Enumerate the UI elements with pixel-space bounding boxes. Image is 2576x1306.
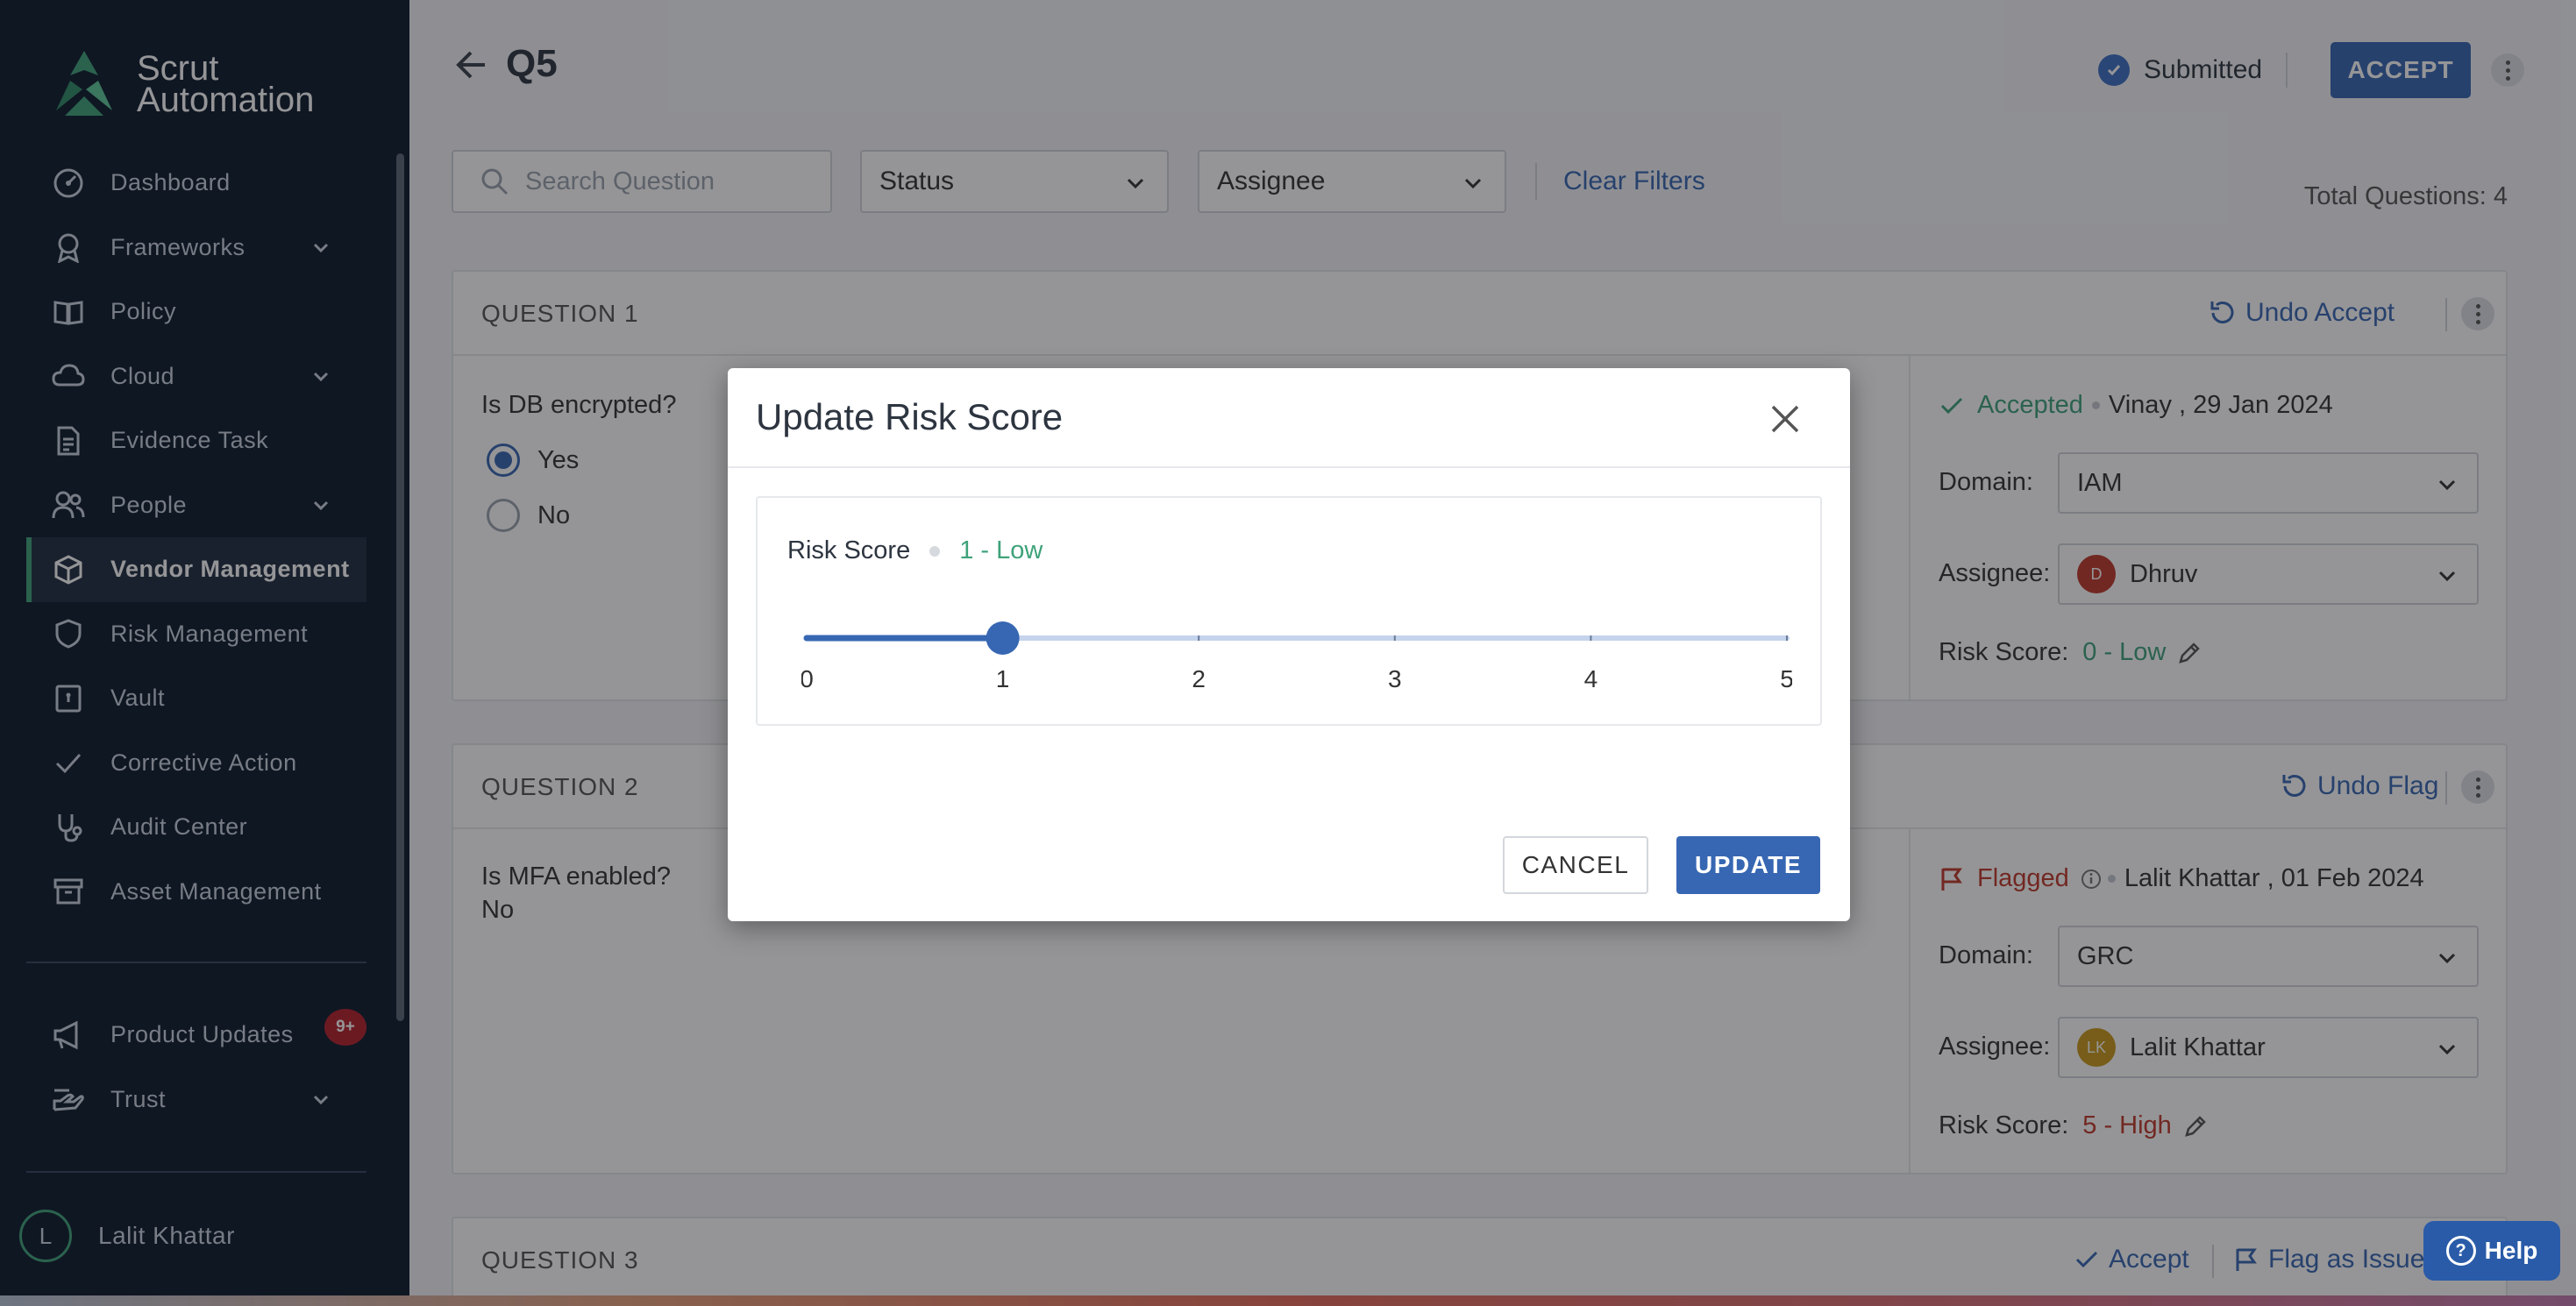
dialog-title: Update Risk Score <box>756 396 1064 437</box>
risk-score-header: Risk Score 1 - Low <box>787 536 1042 565</box>
risk-score-panel: Risk Score 1 - Low 0 1 2 3 4 5 <box>756 496 1822 726</box>
slider-tick-label: 2 <box>1192 665 1206 692</box>
close-icon[interactable] <box>1766 400 1804 438</box>
update-risk-score-dialog: Update Risk Score Risk Score 1 - Low 0 1 2… <box>728 368 1850 921</box>
slider-tick-label: 1 <box>996 665 1010 692</box>
risk-score-label: Risk Score <box>787 536 911 564</box>
slider-tick-label: 3 <box>1388 665 1402 692</box>
help-button[interactable]: ? Help <box>2423 1221 2560 1281</box>
dialog-divider <box>728 466 1850 468</box>
risk-score-slider[interactable]: 0 1 2 3 4 5 <box>801 621 1792 699</box>
risk-score-value: 1 - Low <box>959 536 1043 564</box>
update-button[interactable]: UPDATE <box>1676 836 1820 894</box>
slider-thumb[interactable] <box>986 621 1020 655</box>
cancel-button[interactable]: CANCEL <box>1503 836 1648 894</box>
slider-tick-label: 4 <box>1584 665 1598 692</box>
slider-tick-label: 5 <box>1780 665 1792 692</box>
slider-tick-label: 0 <box>801 665 814 692</box>
question-mark-icon: ? <box>2445 1236 2476 1266</box>
